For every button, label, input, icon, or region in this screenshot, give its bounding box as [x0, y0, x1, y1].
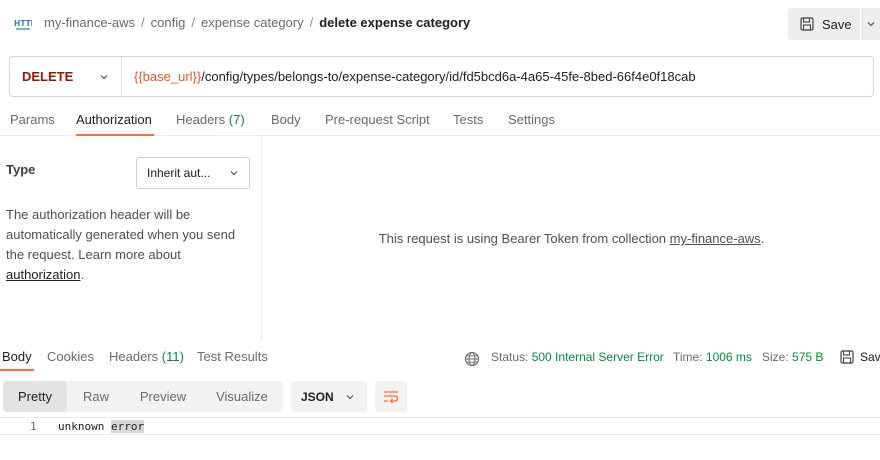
chevron-down-icon: [100, 74, 108, 79]
auth-info-text: This request is using Bearer Token from …: [378, 231, 765, 246]
url-variable: {{base_url}}: [134, 69, 202, 84]
globe-network-icon[interactable]: [464, 351, 480, 367]
line-number: 1: [30, 420, 37, 433]
method-select[interactable]: DELETE: [10, 57, 122, 96]
save-options-button[interactable]: [861, 8, 880, 40]
response-time[interactable]: Time: 1006 ms: [673, 350, 752, 364]
response-active-tab-indicator: [0, 369, 34, 371]
breadcrumb-subfolder[interactable]: expense category: [201, 15, 304, 30]
response-body-text: unknown error: [58, 420, 145, 433]
headers-count: (7): [228, 112, 245, 127]
format-value: JSON: [301, 389, 334, 404]
wrap-lines-icon: [384, 390, 399, 403]
auth-type-select[interactable]: Inherit aut...: [136, 157, 250, 189]
url-input[interactable]: {{base_url}}/config/types/belongs-to/exp…: [122, 69, 696, 84]
tab-settings[interactable]: Settings: [508, 112, 555, 127]
view-preview-button[interactable]: Preview: [125, 381, 201, 412]
tab-headers[interactable]: Headers (7): [176, 112, 245, 127]
url-path: /config/types/belongs-to/expense-categor…: [201, 69, 696, 84]
auth-type-value: Inherit aut...: [147, 166, 211, 180]
chevron-down-icon: [346, 394, 354, 399]
breadcrumb-collection[interactable]: my-finance-aws: [44, 15, 135, 30]
format-select[interactable]: JSON: [291, 381, 367, 412]
view-pretty-button[interactable]: Pretty: [3, 381, 67, 412]
view-mode-group: Pretty Raw Preview Visualize: [3, 381, 283, 412]
auth-type-label: Type: [6, 162, 36, 177]
save-response-button[interactable]: Save: [840, 350, 880, 364]
chevron-down-icon: [867, 22, 874, 27]
request-header: HTTP my-finance-aws/config/expense categ…: [0, 0, 880, 48]
highlighted-word: error: [110, 420, 145, 433]
save-label: Save: [822, 16, 852, 32]
save-icon: [800, 17, 814, 31]
request-tabs: Params Authorization Headers (7) Body Pr…: [0, 108, 880, 136]
chevron-down-icon: [230, 171, 238, 176]
http-request-icon: HTTP: [14, 19, 32, 30]
method-label: DELETE: [22, 69, 74, 84]
save-button[interactable]: Save: [788, 8, 860, 40]
view-visualize-button[interactable]: Visualize: [201, 381, 283, 412]
response-body-editor[interactable]: 1 unknown error: [0, 417, 880, 435]
response-bar: Body Cookies Headers (11) Test Results S…: [0, 342, 880, 372]
learn-more-authorization-link[interactable]: authorization: [6, 267, 80, 282]
save-icon: [840, 350, 854, 364]
wrap-lines-button[interactable]: [375, 381, 407, 412]
url-bar: DELETE {{base_url}}/config/types/belongs…: [9, 56, 874, 97]
save-response-label: Save: [860, 350, 880, 364]
tab-tests[interactable]: Tests: [453, 112, 483, 127]
view-raw-button[interactable]: Raw: [67, 381, 125, 412]
response-tab-body[interactable]: Body: [2, 349, 32, 364]
auth-config-panel: Type Inherit aut... The authorization he…: [0, 137, 262, 340]
svg-text:HTTP: HTTP: [14, 19, 32, 28]
response-size[interactable]: Size: 575 B: [762, 350, 823, 364]
breadcrumb: my-finance-aws / config / expense category / d…: [44, 15, 471, 30]
response-tab-test-results[interactable]: Test Results: [197, 349, 268, 364]
auth-description: The authorization header will be automat…: [6, 207, 236, 282]
request-name[interactable]: delete expense category: [319, 15, 470, 30]
response-tab-cookies[interactable]: Cookies: [47, 349, 94, 364]
breadcrumb-folder[interactable]: config: [151, 15, 186, 30]
tab-params[interactable]: Params: [10, 112, 55, 127]
response-status[interactable]: Status: 500 Internal Server Error: [491, 350, 664, 364]
tab-authorization[interactable]: Authorization: [76, 112, 152, 127]
auth-info-panel: This request is using Bearer Token from …: [263, 137, 880, 340]
response-tab-headers[interactable]: Headers (11): [109, 349, 184, 364]
active-tab-indicator: [76, 134, 154, 136]
tab-body[interactable]: Body: [271, 112, 301, 127]
collection-link[interactable]: my-finance-aws: [670, 231, 761, 246]
tab-pre-request-script[interactable]: Pre-request Script: [325, 112, 430, 127]
